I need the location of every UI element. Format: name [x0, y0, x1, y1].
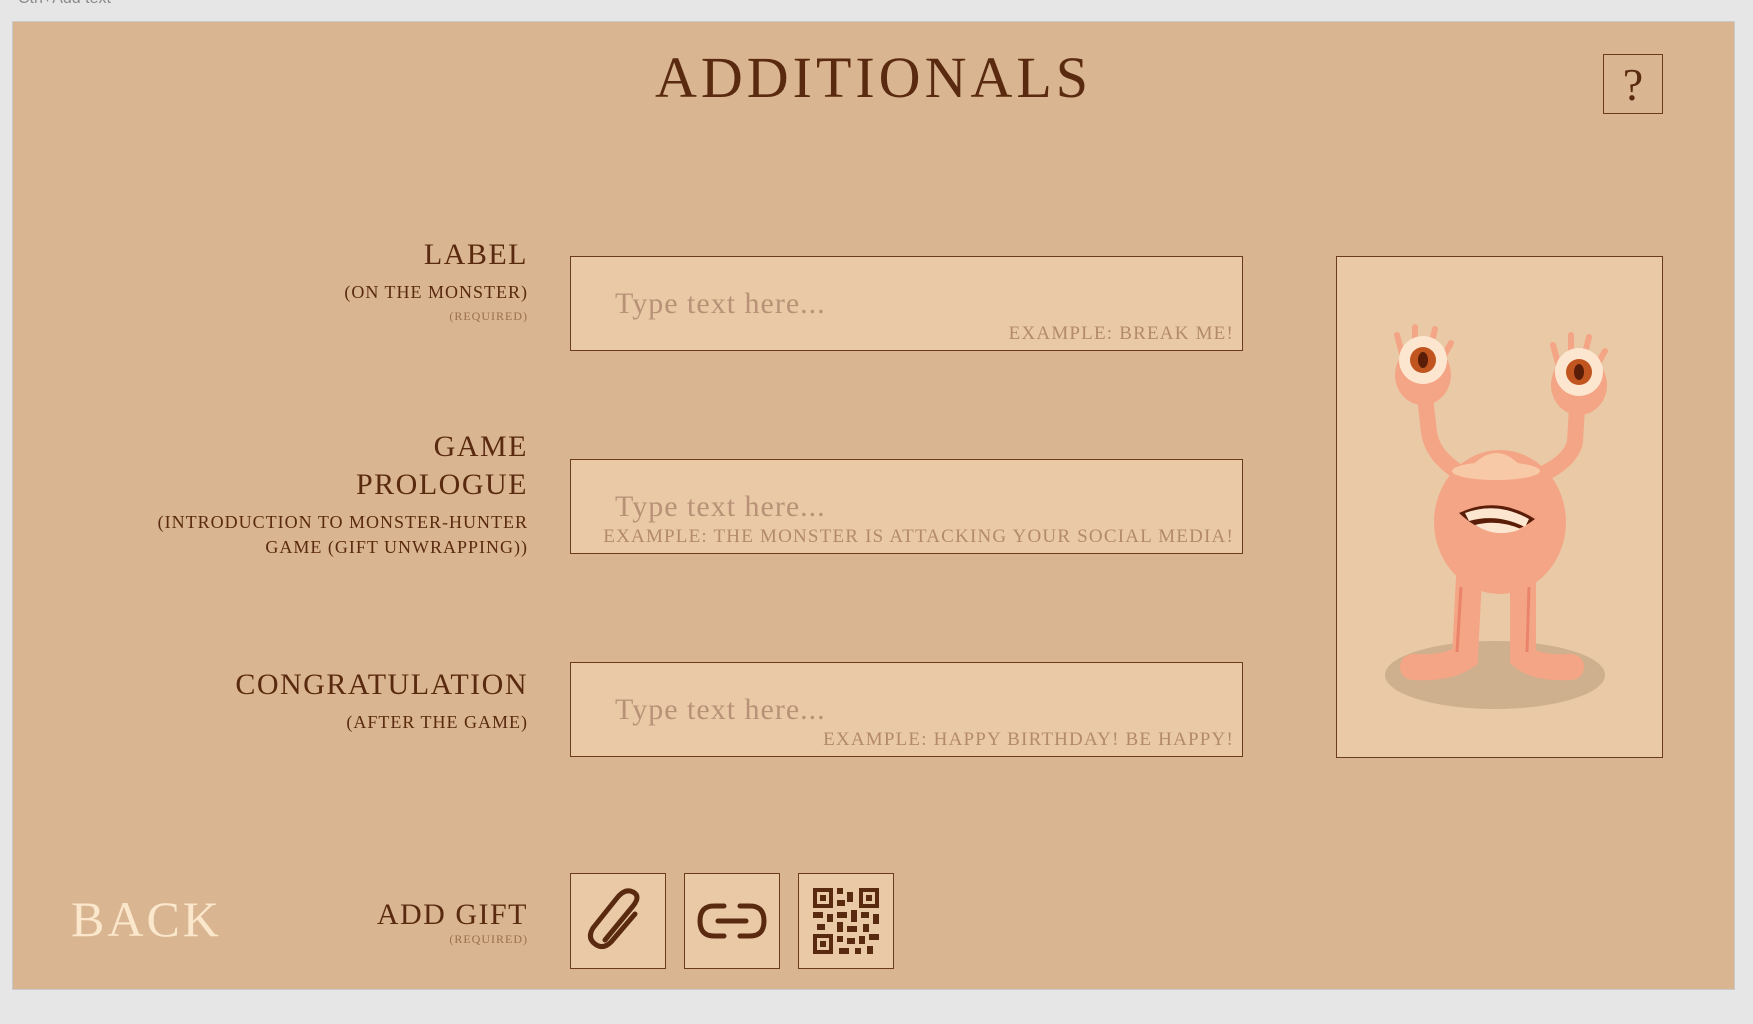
- label-example: example: Break me!: [1008, 323, 1234, 344]
- top-hint: Ctrl+Add text: [18, 0, 111, 8]
- label-subtitle: (ON THE MONSTER): [344, 282, 528, 302]
- monster-preview: [1336, 256, 1663, 758]
- link-icon: [697, 903, 767, 939]
- prologue-field[interactable]: example: The monster is attacking your s…: [570, 459, 1243, 554]
- paperclip-icon: [587, 888, 640, 950]
- help-button[interactable]: ?: [1603, 54, 1663, 114]
- congratulation-input[interactable]: [613, 689, 1177, 731]
- page-title: ADDITIONALS: [654, 45, 1093, 110]
- congratulation-field[interactable]: example: Happy birthday! Be happy!: [570, 662, 1243, 757]
- prologue-input[interactable]: [613, 486, 1177, 528]
- prologue-field-label: GAME PROLOGUE (INTRODUCTION TO MONSTER-H…: [88, 428, 528, 560]
- additionals-panel: ADDITIONALS ? LABEL (ON THE MONSTER) (RE…: [12, 21, 1735, 990]
- back-button[interactable]: BACK: [71, 890, 222, 948]
- prologue-title: GAME PROLOGUE: [355, 430, 528, 501]
- qr-code-button[interactable]: [798, 873, 894, 969]
- prologue-example: example: The monster is attacking your s…: [603, 526, 1234, 547]
- congratulation-subtitle: (AFTER THE GAME): [346, 712, 528, 732]
- qr-code-icon: [813, 888, 879, 954]
- add-gift-required-note: (REQUIRED): [449, 932, 528, 946]
- prologue-subtitle: (INTRODUCTION TO MONSTER-HUNTER GAME (GI…: [157, 512, 528, 557]
- label-input[interactable]: [613, 283, 1177, 325]
- label-required-note: (REQUIRED): [449, 309, 528, 323]
- congratulation-example: example: Happy birthday! Be happy!: [823, 729, 1234, 750]
- add-gift-label: ADD GIFT (REQUIRED): [377, 898, 528, 947]
- label-field-label: LABEL (ON THE MONSTER) (REQUIRED): [344, 236, 528, 324]
- congratulation-field-label: CONGRATULATION (AFTER THE GAME): [235, 666, 528, 735]
- add-gift-title: ADD GIFT: [376, 898, 528, 931]
- add-link-button[interactable]: [684, 873, 780, 969]
- label-title: LABEL: [423, 238, 528, 271]
- label-field[interactable]: example: Break me!: [570, 256, 1243, 351]
- congratulation-title: CONGRATULATION: [235, 668, 528, 701]
- attach-file-button[interactable]: [570, 873, 666, 969]
- monster-illustration: [1385, 324, 1608, 709]
